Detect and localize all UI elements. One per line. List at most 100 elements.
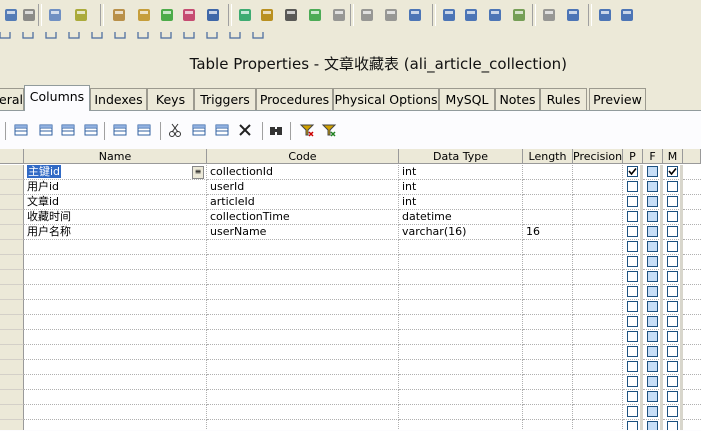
row-header[interactable] [0, 240, 24, 255]
cell-length[interactable]: 16 [523, 225, 573, 240]
checkbox-m-empty[interactable] [667, 301, 678, 312]
row-header[interactable] [0, 405, 24, 420]
checkbox-f-empty[interactable] [647, 256, 658, 267]
empty-cell[interactable] [573, 345, 623, 360]
tab-indexes[interactable]: Indexes [90, 88, 147, 110]
list-icon[interactable] [596, 6, 614, 24]
empty-cell[interactable] [399, 255, 523, 270]
cell-name[interactable]: 用户id [24, 180, 207, 195]
checkbox-m-empty[interactable] [667, 286, 678, 297]
empty-cell[interactable] [573, 240, 623, 255]
tab-mysql[interactable]: MySQL [439, 88, 495, 110]
empty-cell[interactable] [523, 345, 573, 360]
checkbox-m[interactable] [667, 166, 678, 177]
cell-name[interactable]: 收藏时间 [24, 210, 207, 225]
empty-cell[interactable] [207, 390, 399, 405]
checkbox-p-empty[interactable] [627, 376, 638, 387]
checkbox-p-empty[interactable] [627, 286, 638, 297]
empty-cell[interactable] [523, 405, 573, 420]
empty-cell[interactable] [573, 390, 623, 405]
checkbox-f[interactable] [647, 226, 658, 237]
checkbox-p-empty[interactable] [627, 256, 638, 267]
cell-data-type[interactable]: int [399, 165, 523, 180]
checkbox-p-empty[interactable] [627, 241, 638, 252]
row-header[interactable] [0, 390, 24, 405]
checkbox-p-empty[interactable] [627, 421, 638, 430]
row-header[interactable] [0, 165, 24, 180]
refresh-icon[interactable] [158, 6, 176, 24]
empty-cell[interactable] [24, 255, 207, 270]
checkbox-f-empty[interactable] [647, 286, 658, 297]
checkbox-f-empty[interactable] [647, 391, 658, 402]
checkbox-f-empty[interactable] [647, 406, 658, 417]
checkbox-m[interactable] [667, 181, 678, 192]
empty-cell[interactable] [399, 315, 523, 330]
cell-code[interactable]: userName [207, 225, 399, 240]
tab-keys[interactable]: Keys [147, 88, 194, 110]
checkbox-p[interactable] [627, 226, 638, 237]
row-header[interactable] [0, 330, 24, 345]
filter-icon[interactable] [540, 6, 558, 24]
checkbox-f-empty[interactable] [647, 376, 658, 387]
empty-cell[interactable] [24, 240, 207, 255]
model-icon[interactable] [46, 6, 64, 24]
tab-preview[interactable]: Preview [589, 88, 646, 110]
column-header-code[interactable]: Code [207, 149, 399, 164]
empty-cell[interactable] [523, 255, 573, 270]
empty-cell[interactable] [207, 405, 399, 420]
checkbox-p[interactable] [627, 166, 638, 177]
empty-cell[interactable] [573, 420, 623, 430]
palette-tool-icon[interactable] [203, 32, 221, 42]
empty-cell[interactable] [207, 240, 399, 255]
pointer-icon[interactable] [282, 6, 300, 24]
palette-tool-icon[interactable] [226, 32, 244, 42]
cell-data-type[interactable]: varchar(16) [399, 225, 523, 240]
name-dropdown-button[interactable]: ≡ [192, 166, 204, 179]
empty-cell[interactable] [399, 375, 523, 390]
empty-cell[interactable] [573, 330, 623, 345]
insert-row-icon[interactable] [12, 121, 30, 139]
cell-length[interactable] [523, 195, 573, 210]
cell-precision[interactable] [573, 165, 623, 180]
empty-cell[interactable] [523, 360, 573, 375]
package-icon[interactable] [72, 6, 90, 24]
empty-cell[interactable] [24, 405, 207, 420]
tab-triggers[interactable]: Triggers [194, 88, 256, 110]
empty-cell[interactable] [573, 270, 623, 285]
empty-cell[interactable] [573, 360, 623, 375]
row-header[interactable] [0, 375, 24, 390]
checkbox-f-empty[interactable] [647, 331, 658, 342]
checkbox-f-empty[interactable] [647, 271, 658, 282]
column-header-length[interactable]: Length [523, 149, 573, 164]
empty-cell[interactable] [399, 390, 523, 405]
table-d-icon[interactable] [486, 6, 504, 24]
empty-cell[interactable] [573, 375, 623, 390]
checkbox-f-empty[interactable] [647, 241, 658, 252]
row-header[interactable] [0, 360, 24, 375]
checkbox-f[interactable] [647, 166, 658, 177]
palette-tool-icon[interactable] [0, 32, 14, 42]
empty-cell[interactable] [399, 270, 523, 285]
align-icon[interactable] [330, 6, 348, 24]
empty-cell[interactable] [207, 315, 399, 330]
empty-cell[interactable] [24, 345, 207, 360]
append-row-icon[interactable] [59, 121, 77, 139]
columns-grid[interactable]: Name Code Data Type Length Precision P F M 主键id ≡… [0, 149, 701, 430]
checkbox-p[interactable] [627, 196, 638, 207]
empty-cell[interactable] [523, 420, 573, 430]
grid-icon[interactable] [618, 6, 636, 24]
cell-data-type[interactable]: int [399, 195, 523, 210]
delete-icon[interactable] [236, 121, 254, 139]
checkbox-p-empty[interactable] [627, 316, 638, 327]
copy-icon[interactable] [190, 121, 208, 139]
column-header-precision[interactable]: Precision [573, 149, 623, 164]
text-icon[interactable] [306, 6, 324, 24]
domain-icon[interactable] [135, 121, 153, 139]
tab-rules[interactable]: Rules [540, 88, 587, 110]
checkbox-m-empty[interactable] [667, 391, 678, 402]
palette-tool-icon[interactable] [249, 32, 267, 42]
cell-precision[interactable] [573, 225, 623, 240]
column-header-data-type[interactable]: Data Type [399, 149, 523, 164]
checkbox-p-empty[interactable] [627, 301, 638, 312]
empty-cell[interactable] [24, 330, 207, 345]
